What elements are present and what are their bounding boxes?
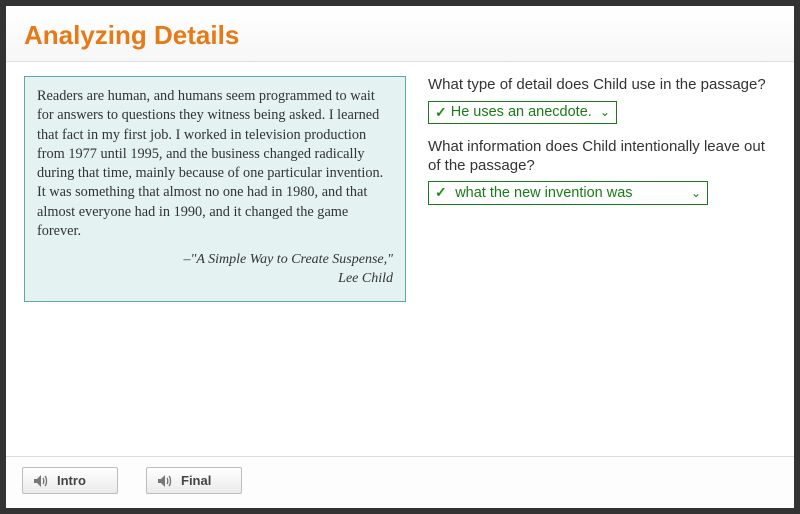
page-header: Analyzing Details <box>6 6 794 62</box>
passage-column: Readers are human, and humans seem progr… <box>24 76 406 448</box>
passage-body: Readers are human, and humans seem progr… <box>37 87 393 241</box>
footer-bar: Intro Final <box>6 456 794 508</box>
questions-column: What type of detail does Child use in th… <box>428 76 776 448</box>
checkmark-icon: ✓ <box>435 104 447 121</box>
app-frame: Analyzing Details Readers are human, and… <box>6 6 794 508</box>
question-1-prompt: What type of detail does Child use in th… <box>428 76 776 95</box>
question-2-answer: what the new invention was <box>455 185 632 201</box>
checkmark-icon: ✓ <box>435 184 447 200</box>
intro-label: Intro <box>57 473 86 488</box>
question-1-answer: He uses an anecdote. <box>451 104 592 120</box>
select-left-group: ✓ what the new invention was <box>435 184 633 202</box>
chevron-down-icon: ⌄ <box>691 186 701 200</box>
final-label: Final <box>181 473 211 488</box>
final-button[interactable]: Final <box>146 467 242 494</box>
question-2-prompt: What information does Child intentionall… <box>428 138 776 176</box>
content-area: Readers are human, and humans seem progr… <box>6 62 794 456</box>
question-1-select[interactable]: ✓ He uses an anecdote. ⌄ <box>428 101 617 124</box>
passage-author: Lee Child <box>37 270 393 289</box>
passage-box: Readers are human, and humans seem progr… <box>24 76 406 302</box>
passage-source: –"A Simple Way to Create Suspense," <box>37 251 393 270</box>
page-title: Analyzing Details <box>24 20 776 51</box>
speaker-icon <box>33 474 49 488</box>
passage-attribution: –"A Simple Way to Create Suspense," Lee … <box>37 251 393 289</box>
chevron-down-icon: ⌄ <box>600 105 610 119</box>
speaker-icon <box>157 474 173 488</box>
question-2-select[interactable]: ✓ what the new invention was ⌄ <box>428 181 708 205</box>
intro-button[interactable]: Intro <box>22 467 118 494</box>
